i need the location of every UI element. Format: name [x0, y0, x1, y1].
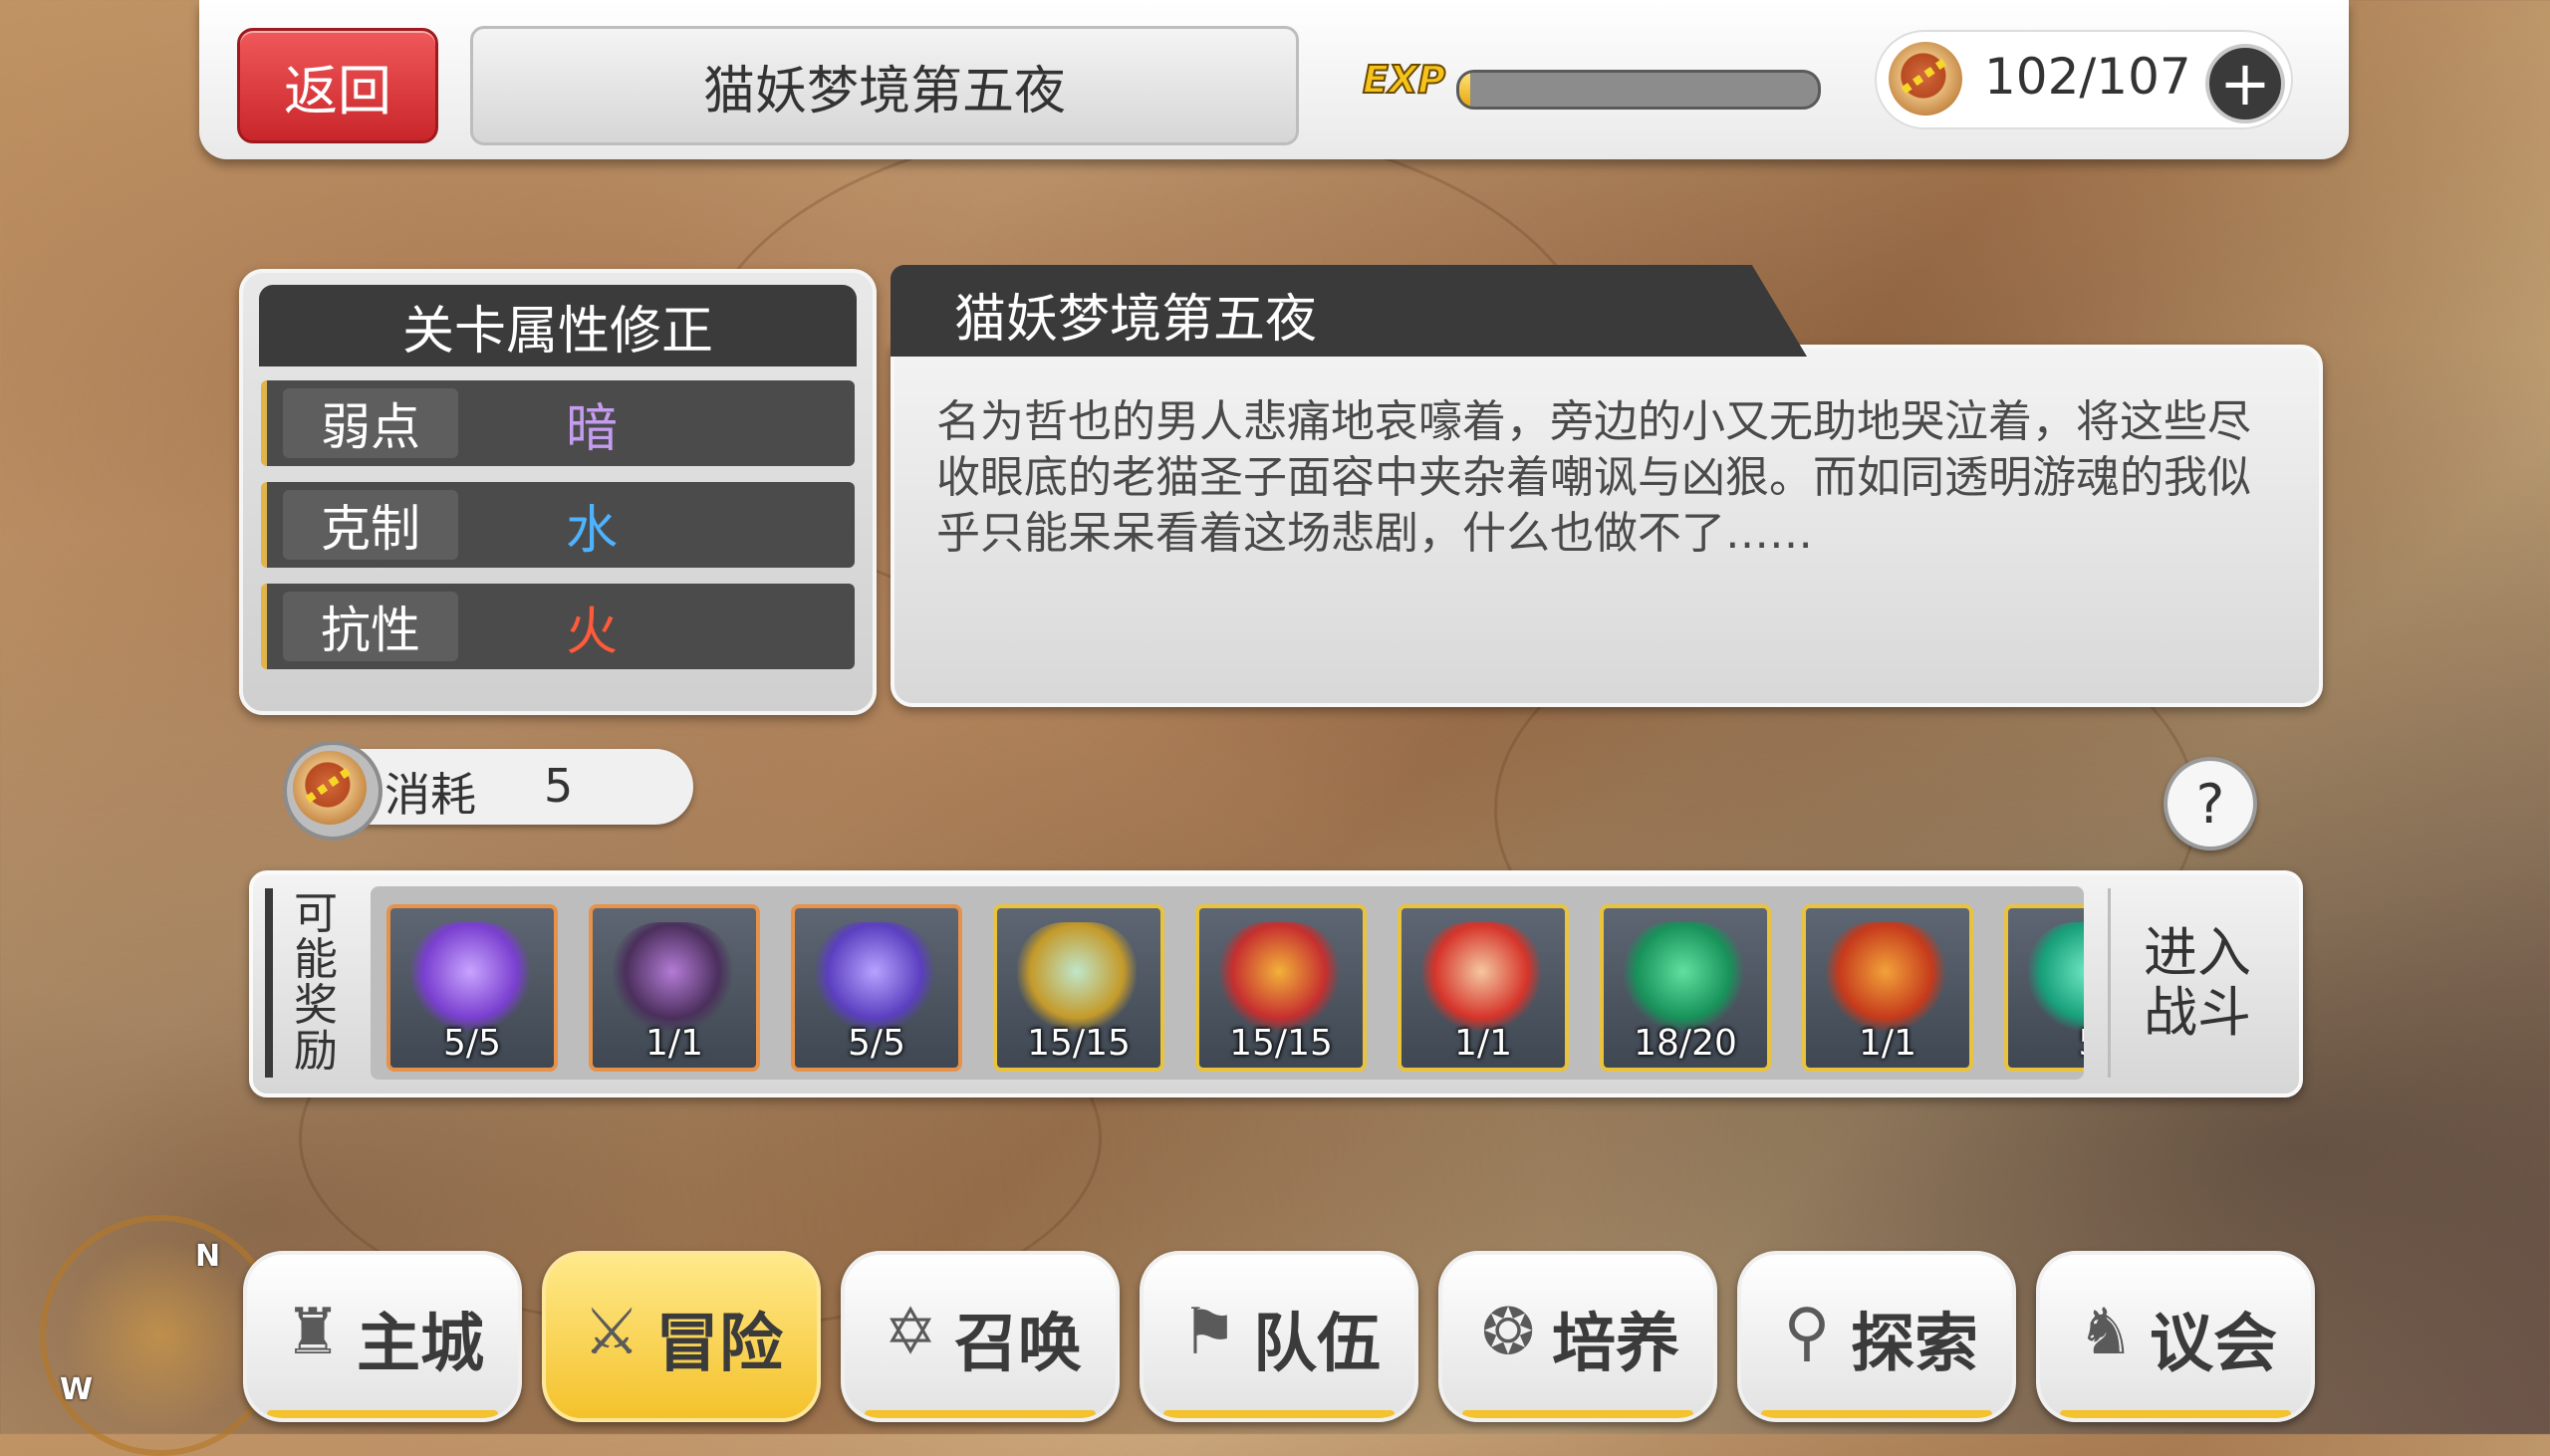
red-crystal-icon — [1219, 922, 1339, 1032]
enter-battle-label: 进入 — [2144, 921, 2251, 984]
reward-count: 5/5 — [848, 1023, 905, 1064]
cost-icon-frame — [278, 736, 382, 841]
enter-battle-label: 战斗 — [2144, 981, 2251, 1044]
exp-bar — [1456, 70, 1821, 110]
nav-button[interactable]: ♞ 议会 — [2036, 1251, 2315, 1422]
reward-item[interactable]: 5/5 — [791, 904, 962, 1072]
help-button[interactable]: ? — [2164, 757, 2257, 850]
nav-button[interactable]: ❂ 培养 — [1438, 1251, 1717, 1422]
hexagram-icon: ✡ — [884, 1296, 937, 1369]
reward-count: 15/15 — [1027, 1023, 1131, 1064]
nav-button[interactable]: ⚲ 探索 — [1737, 1251, 2016, 1422]
reward-count: 18/20 — [1634, 1023, 1737, 1064]
attribute-label: 弱点 — [283, 388, 458, 458]
red-hair-character-icon — [1421, 922, 1541, 1032]
attribute-panel-title: 关卡属性修正 — [259, 285, 857, 366]
crossed-swords-icon: ⚔ — [583, 1296, 640, 1369]
reward-item[interactable]: 5 — [2004, 904, 2084, 1072]
nav-button[interactable]: ✡ 召唤 — [841, 1251, 1120, 1422]
nav-button[interactable]: ♜ 主城 — [243, 1251, 522, 1422]
attribute-label: 克制 — [283, 490, 458, 560]
nav-label: 议会 — [2150, 1308, 2277, 1381]
attribute-value: 暗 — [566, 398, 619, 459]
purple-crystal-icon — [815, 922, 934, 1032]
reward-list[interactable]: 5/5 1/1 5/5 15/15 15/15 1/1 18/20 1/1 5 — [371, 886, 2084, 1080]
top-bar: 返回 猫妖梦境第五夜 EXP 102/107 + — [199, 0, 2349, 159]
reward-count: 5 — [2008, 1023, 2084, 1064]
stamina-counter: 102/107 + — [1874, 27, 2293, 130]
rewards-label: 可 能 奖 励 — [265, 888, 359, 1078]
compass-west-label: W — [60, 1372, 94, 1407]
add-stamina-button[interactable]: + — [2205, 44, 2285, 123]
attribute-label: 抗性 — [283, 592, 458, 661]
green-shard-icon — [2028, 922, 2084, 1032]
reward-count: 1/1 — [1859, 1023, 1916, 1064]
reward-count: 5/5 — [443, 1023, 501, 1064]
nav-label: 队伍 — [1253, 1308, 1381, 1381]
attribute-row-weakness: 弱点 暗 — [261, 380, 855, 466]
cost-value: 5 — [544, 759, 574, 813]
hotdog-icon — [1874, 27, 1977, 130]
rewards-label-char: 可 — [294, 888, 338, 939]
nav-label: 主城 — [357, 1308, 484, 1381]
reward-item[interactable]: 15/15 — [993, 904, 1164, 1072]
reward-item[interactable]: 1/1 — [1398, 904, 1569, 1072]
nav-label: 探索 — [1851, 1308, 1978, 1381]
potion-flask-icon — [613, 922, 732, 1032]
story-title-tab: 猫妖梦境第五夜 — [891, 265, 1807, 357]
nav-label: 冒险 — [655, 1308, 783, 1381]
reward-item[interactable]: 18/20 — [1600, 904, 1771, 1072]
green-crystal-icon — [1624, 922, 1743, 1032]
fire-emblem-icon — [1826, 922, 1945, 1032]
reward-count: 1/1 — [645, 1023, 703, 1064]
stamina-cost: 消耗 5 — [278, 736, 693, 841]
nav-button[interactable]: ⚑ 队伍 — [1140, 1251, 1418, 1422]
attribute-row-counter: 克制 水 — [261, 482, 855, 568]
stage-attribute-panel: 关卡属性修正 弱点 暗 克制 水 抗性 火 — [239, 269, 877, 715]
rewards-label-char: 励 — [294, 1026, 338, 1077]
exp-bar-fill — [1459, 73, 1470, 107]
exp-label: EXP — [1362, 57, 1446, 103]
castle-icon: ♜ — [284, 1296, 342, 1369]
attribute-row-resistance: 抗性 火 — [261, 584, 855, 669]
reward-item[interactable]: 15/15 — [1195, 904, 1367, 1072]
nav-button[interactable]: ⚔ 冒险 — [542, 1251, 821, 1422]
growth-icon: ❂ — [1481, 1296, 1535, 1369]
back-button[interactable]: 返回 — [237, 28, 438, 143]
story-panel: 名为哲也的男人悲痛地哀嚎着，旁边的小又无助地哭泣着，将这些尽收眼底的老猫圣子面容… — [891, 345, 2323, 707]
stamina-value: 102/107 — [1984, 48, 2191, 106]
purple-jar-icon — [410, 922, 530, 1032]
hotdog-icon — [278, 736, 382, 840]
rewards-label-char: 奖 — [294, 980, 338, 1031]
nav-label: 召唤 — [954, 1308, 1082, 1381]
explore-icon: ⚲ — [1783, 1296, 1831, 1369]
attribute-value: 水 — [566, 500, 619, 561]
enter-battle-button[interactable]: 进入 战斗 — [2108, 888, 2284, 1078]
attribute-value: 火 — [566, 602, 619, 662]
reward-item[interactable]: 1/1 — [1802, 904, 1973, 1072]
reward-count: 15/15 — [1229, 1023, 1333, 1064]
gold-jar-icon — [1017, 922, 1137, 1032]
cost-label: 消耗 — [384, 768, 476, 822]
rewards-label-char: 能 — [294, 934, 338, 985]
council-icon: ♞ — [2077, 1296, 2135, 1369]
reward-item[interactable]: 1/1 — [589, 904, 760, 1072]
reward-strip: 可 能 奖 励 5/51/15/515/1515/151/118/201/15 … — [249, 870, 2303, 1097]
story-text: 名为哲也的男人悲痛地哀嚎着，旁边的小又无助地哭泣着，将这些尽收眼底的老猫圣子面容… — [936, 396, 2251, 559]
story-title: 猫妖梦境第五夜 — [954, 290, 1318, 350]
stage-title: 猫妖梦境第五夜 — [470, 26, 1299, 145]
nav-label: 培养 — [1552, 1308, 1679, 1381]
reward-count: 1/1 — [1454, 1023, 1512, 1064]
team-icon: ⚑ — [1180, 1296, 1238, 1369]
reward-item[interactable]: 5/5 — [386, 904, 558, 1072]
compass-north-label: N — [195, 1239, 221, 1274]
